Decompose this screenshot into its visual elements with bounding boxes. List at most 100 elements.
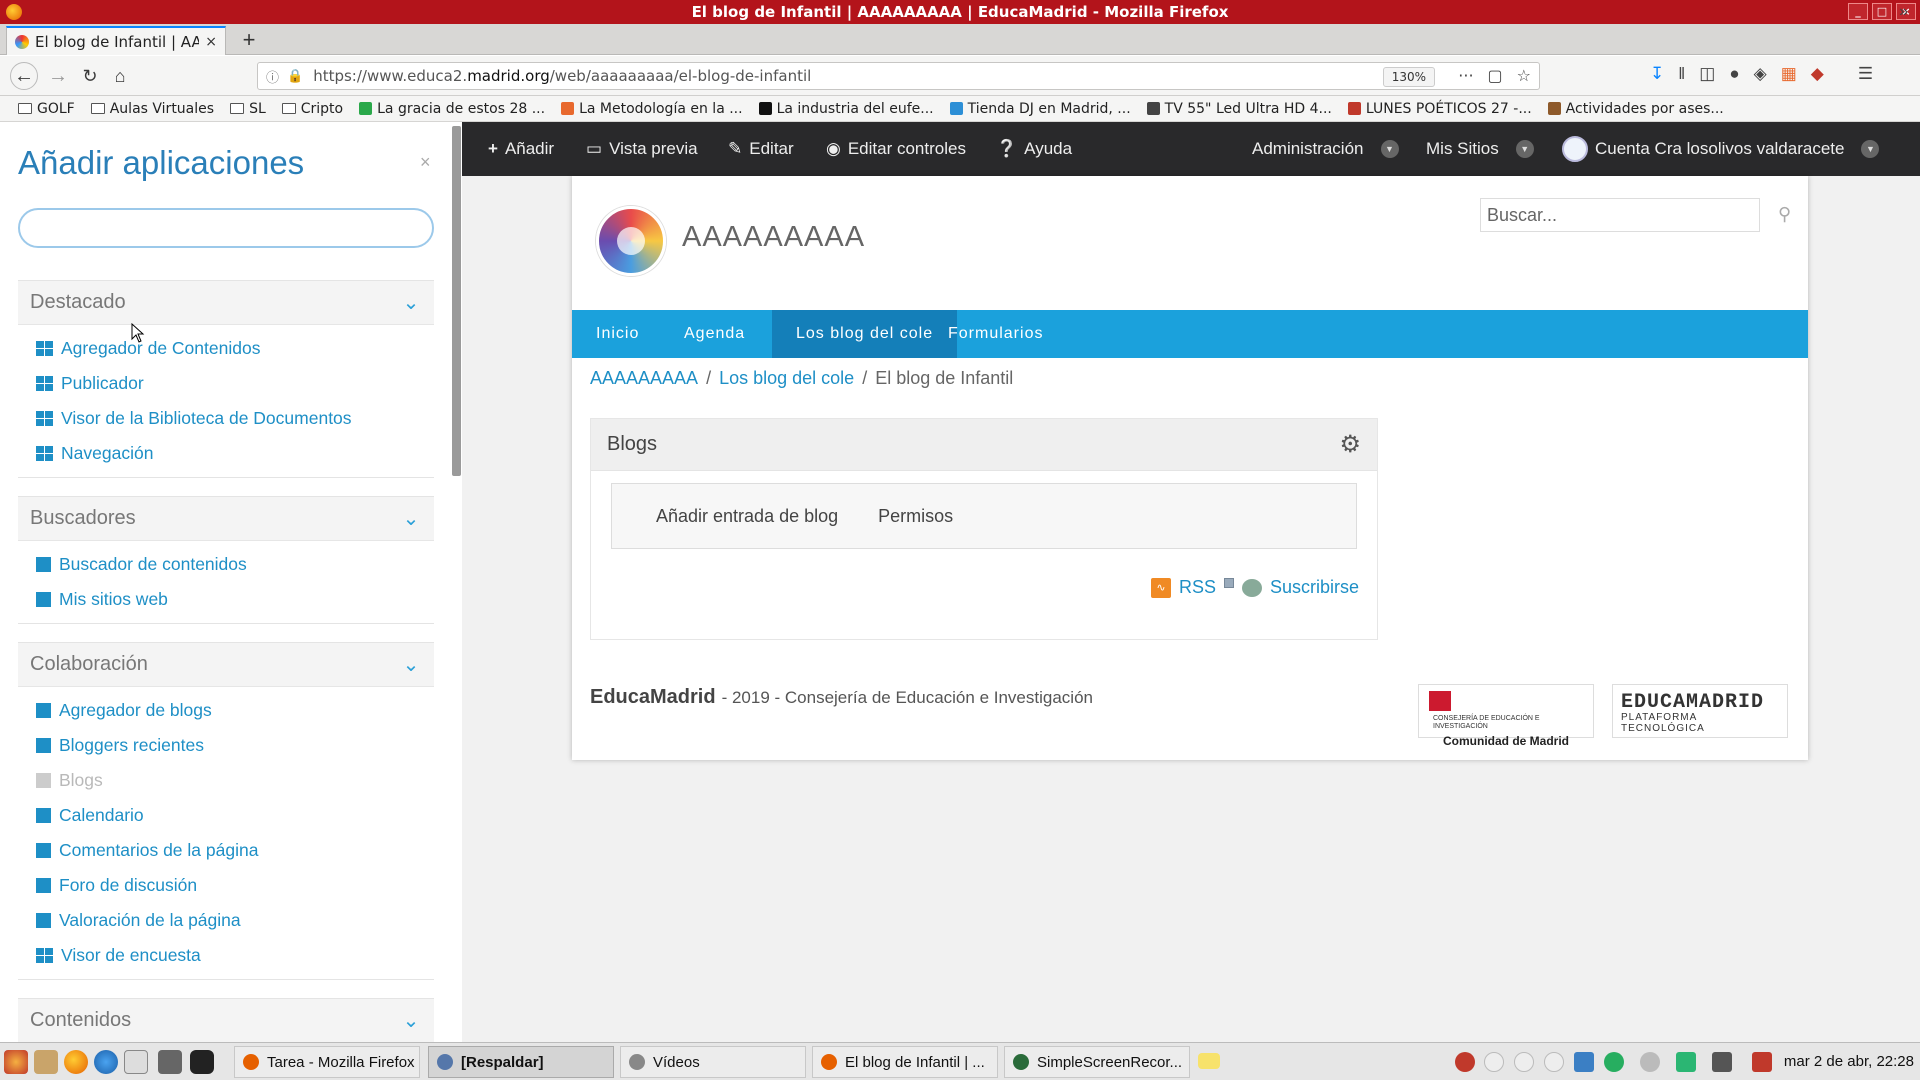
- application-item[interactable]: Agregador de Contenidos: [36, 331, 434, 366]
- breadcrumb-los-blog-del-cole[interactable]: Los blog del cole: [719, 368, 854, 389]
- comunidad-de-madrid-logo[interactable]: CONSEJERÍA DE EDUCACIÓN E INVESTIGACIÓN …: [1418, 684, 1594, 748]
- application-item[interactable]: Calendario: [36, 798, 434, 833]
- application-item[interactable]: Comentarios de la página: [36, 833, 434, 868]
- documents-icon[interactable]: [124, 1050, 148, 1074]
- application-item[interactable]: Navegación: [36, 436, 434, 471]
- chevron-down-icon[interactable]: ⌄: [400, 292, 422, 314]
- bookmark-item[interactable]: Tienda DJ en Madrid, ...: [949, 101, 1131, 117]
- administration-menu[interactable]: Administración ▼: [1252, 122, 1399, 176]
- menu-icon[interactable]: ☰: [1858, 64, 1873, 84]
- bookmark-item[interactable]: TV 55" Led Ultra HD 4...: [1146, 101, 1332, 117]
- chevron-down-icon[interactable]: ⌄: [400, 508, 422, 530]
- tray-puzzle-icon[interactable]: [1676, 1052, 1696, 1072]
- application-item[interactable]: Valoración de la página: [36, 903, 434, 938]
- tray-number-icon[interactable]: [1514, 1052, 1534, 1072]
- nav-inicio[interactable]: Inicio: [572, 310, 663, 358]
- bookmark-item[interactable]: Actividades por ases...: [1547, 101, 1724, 117]
- extension-icon[interactable]: ▦: [1781, 64, 1797, 84]
- application-item[interactable]: Publicador: [36, 366, 434, 401]
- tray-accessibility-icon[interactable]: [1544, 1052, 1564, 1072]
- close-tab-icon[interactable]: ×: [205, 34, 217, 50]
- site-name[interactable]: AAAAAAAAA: [682, 221, 865, 254]
- educamadrid-logo[interactable]: EDUCAMADRID PLATAFORMA TECNOLÓGICA: [1612, 684, 1788, 738]
- url-bar[interactable]: ⓘ 🔒 https://www.educa2.madrid.org/web/aa…: [257, 62, 1540, 90]
- pocket-icon[interactable]: ▢: [1488, 66, 1503, 85]
- clock[interactable]: mar 2 de abr, 22:28: [1784, 1053, 1914, 1070]
- tray-network-icon[interactable]: [1574, 1052, 1594, 1072]
- add-blog-entry-button[interactable]: Añadir entrada de blog: [656, 506, 838, 527]
- add-button[interactable]: + Añadir: [488, 122, 554, 176]
- media-icon[interactable]: [190, 1050, 214, 1074]
- bookmark-star-icon[interactable]: ☆: [1517, 66, 1531, 85]
- permissions-button[interactable]: Permisos: [878, 506, 953, 527]
- application-item[interactable]: Blogs: [36, 763, 434, 798]
- applications-search-input[interactable]: [18, 208, 434, 248]
- browser-launcher-icon[interactable]: [94, 1050, 118, 1074]
- application-item[interactable]: Agregador de blogs: [36, 693, 434, 728]
- bookmark-item[interactable]: La gracia de estos 28 ...: [359, 101, 545, 117]
- chevron-down-icon[interactable]: ⌄: [400, 1010, 422, 1032]
- terminal-icon[interactable]: [158, 1050, 182, 1074]
- nav-formularios[interactable]: Formularios: [924, 310, 1067, 358]
- chevron-down-icon[interactable]: ⌄: [400, 654, 422, 676]
- notes-icon[interactable]: [1198, 1053, 1220, 1069]
- nav-agenda[interactable]: Agenda: [660, 310, 769, 358]
- my-sites-menu[interactable]: Mis Sitios ▼: [1426, 122, 1534, 176]
- sidebar-icon[interactable]: ◫: [1699, 64, 1715, 84]
- volume-icon[interactable]: [1752, 1052, 1772, 1072]
- reload-button[interactable]: ↻: [76, 62, 104, 90]
- page-actions-icon[interactable]: ···: [1458, 66, 1473, 85]
- edit-controls-button[interactable]: ◉ Editar controles: [826, 122, 966, 176]
- bookmark-item[interactable]: LUNES POÉTICOS 27 -...: [1347, 101, 1532, 117]
- firefox-launcher-icon[interactable]: [64, 1050, 88, 1074]
- application-item[interactable]: Visor de la Biblioteca de Documentos: [36, 401, 434, 436]
- category-header[interactable]: Destacado ⌄: [18, 281, 434, 325]
- application-item[interactable]: Bloggers recientes: [36, 728, 434, 763]
- preview-button[interactable]: ▭ Vista previa: [586, 122, 698, 176]
- home-button[interactable]: ⌂: [106, 62, 134, 90]
- close-panel-icon[interactable]: ×: [420, 152, 431, 173]
- extension-icon[interactable]: ●: [1729, 64, 1739, 84]
- account-menu[interactable]: Cuenta Cra losolivos valdaracete ▼: [1562, 122, 1880, 176]
- bookmark-item[interactable]: La industria del eufe...: [758, 101, 934, 117]
- library-icon[interactable]: ‖: [1678, 64, 1685, 84]
- bookmark-item[interactable]: SL: [230, 101, 266, 117]
- rss-link[interactable]: RSS: [1179, 577, 1216, 598]
- bookmark-item[interactable]: GOLF: [18, 101, 75, 117]
- category-header[interactable]: Colaboración ⌄: [18, 643, 434, 687]
- application-item[interactable]: Visor de encuesta: [36, 938, 434, 973]
- bookmarks-overflow-icon[interactable]: »: [1899, 3, 1908, 21]
- app-menu-icon[interactable]: [4, 1050, 28, 1074]
- tray-app-icon[interactable]: [1604, 1052, 1624, 1072]
- tray-screen-icon[interactable]: [1712, 1052, 1732, 1072]
- maximize-button[interactable]: □: [1872, 3, 1892, 20]
- extension-icon[interactable]: ◈: [1754, 64, 1767, 84]
- scrollbar-thumb[interactable]: [452, 126, 461, 476]
- url-text[interactable]: https://www.educa2.madrid.org/web/aaaaaa…: [313, 67, 811, 85]
- tray-record-icon[interactable]: [1455, 1052, 1475, 1072]
- downloads-icon[interactable]: ↧: [1650, 64, 1664, 84]
- tab-el-blog-de-infantil[interactable]: El blog de Infantil | AAAAAA ×: [6, 26, 226, 55]
- help-button[interactable]: ❔ Ayuda: [996, 122, 1072, 176]
- taskbar-task[interactable]: Vídeos: [620, 1046, 806, 1078]
- application-item[interactable]: Buscador de contenidos: [36, 547, 434, 582]
- bookmark-item[interactable]: La Metodología en la ...: [561, 101, 743, 117]
- application-item[interactable]: Mis sitios web: [36, 582, 434, 617]
- tray-cloud-icon[interactable]: [1640, 1052, 1660, 1072]
- application-item[interactable]: Foro de discusión: [36, 868, 434, 903]
- category-header[interactable]: Buscadores ⌄: [18, 497, 434, 541]
- new-tab-button[interactable]: +: [236, 27, 262, 53]
- site-logo[interactable]: [596, 206, 666, 276]
- tray-info-icon[interactable]: [1484, 1052, 1504, 1072]
- taskbar-task[interactable]: [Respaldar]: [428, 1046, 614, 1078]
- forward-button[interactable]: →: [44, 62, 72, 90]
- breadcrumb-site[interactable]: AAAAAAAAA: [590, 368, 698, 389]
- zoom-level-badge[interactable]: 130%: [1382, 67, 1435, 87]
- bookmark-item[interactable]: Aulas Virtuales: [90, 101, 214, 117]
- panel-scrollbar[interactable]: [452, 122, 462, 1042]
- taskbar-task[interactable]: SimpleScreenRecor...: [1004, 1046, 1190, 1078]
- subscribe-link[interactable]: Suscribirse: [1270, 577, 1359, 598]
- minimize-button[interactable]: _: [1848, 3, 1868, 20]
- category-header[interactable]: Contenidos ⌄: [18, 999, 434, 1043]
- bookmark-item[interactable]: Cripto: [281, 101, 343, 117]
